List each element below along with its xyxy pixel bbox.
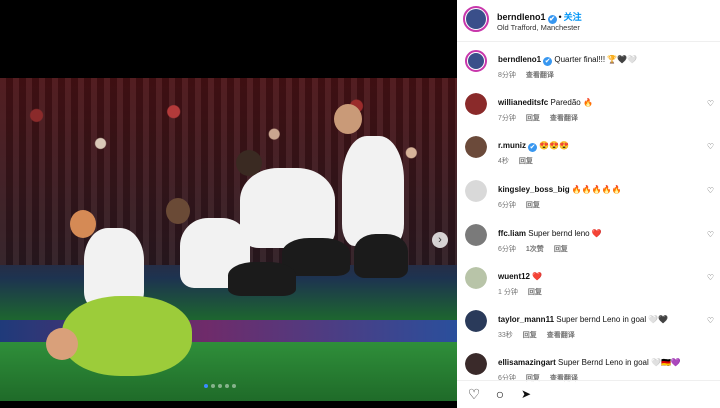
comment-body: kingsley_boss_big 🔥🔥🔥🔥🔥 [498, 185, 622, 195]
comment-time: 6分钟 [498, 246, 516, 253]
commenter-avatar[interactable] [465, 93, 487, 115]
player-figure [354, 234, 408, 278]
reply-button[interactable]: 回复 [523, 332, 537, 339]
player-figure [70, 210, 96, 238]
commenter-username[interactable]: ffc.liam [498, 229, 526, 238]
like-icon[interactable]: ♡ [467, 387, 481, 401]
comment-text: Quarter final!!! 🏆🖤🤍 [554, 55, 638, 64]
reply-button[interactable]: 回复 [526, 202, 540, 209]
comment-text: Super bernd Leno in goal 🤍🖤 [556, 315, 669, 324]
commenter-avatar[interactable] [465, 180, 487, 202]
comment-text: Super Bernd Leno in goal 🤍🇩🇪💜 [558, 358, 681, 367]
next-slide-button[interactable]: › [432, 232, 448, 248]
comment-likes[interactable]: 1次赞 [526, 246, 544, 253]
comment-text: Super bernd leno ❤️ [528, 229, 602, 238]
verified-icon: ✔ [543, 57, 553, 66]
post-location[interactable]: Old Trafford, Manchester [497, 23, 580, 32]
comment-body: r.muniz ✔ 😍😍😍 [498, 141, 569, 152]
commenter-username[interactable]: berndleno1 [498, 55, 541, 64]
comment-meta: 33秒 回复 查看翻译 [498, 330, 585, 340]
carousel-dot[interactable] [225, 384, 229, 388]
comment-body: berndleno1 ✔ Quarter final!!! 🏆🖤🤍 [498, 55, 637, 66]
comment-time: 33秒 [498, 332, 513, 339]
carousel-dot[interactable] [211, 384, 215, 388]
author-line: berndleno1 ✔ • 关注 [497, 10, 582, 24]
player-figure [240, 168, 335, 248]
comment-meta: 7分钟 回复 查看翻译 [498, 113, 588, 123]
post-side-panel: berndleno1 ✔ • 关注 Old Trafford, Manchester … [457, 0, 720, 408]
commenter-username[interactable]: r.muniz [498, 141, 526, 150]
author-username[interactable]: berndleno1 [497, 12, 546, 22]
follow-button[interactable]: 关注 [564, 12, 582, 22]
player-figure [236, 150, 262, 176]
action-bar: ♡ ○ ➤ [457, 380, 720, 408]
player-figure [228, 262, 296, 296]
reply-button[interactable]: 回复 [528, 289, 542, 296]
comment-text: ❤️ [532, 272, 543, 281]
goalkeeper-figure [46, 328, 78, 360]
post-media: › [0, 0, 457, 408]
comment-time: 6分钟 [498, 202, 516, 209]
commenter-avatar[interactable] [465, 353, 487, 375]
comment-like-icon[interactable]: ♡ [707, 186, 714, 195]
comment-like-icon[interactable]: ♡ [707, 142, 714, 151]
comment-time: 4秒 [498, 158, 509, 165]
comment-meta: 6分钟 回复 [498, 200, 550, 210]
comment-like-icon[interactable]: ♡ [707, 230, 714, 239]
commenter-avatar[interactable] [465, 267, 487, 289]
comment-text: Paredão 🔥 [550, 98, 593, 107]
comment-body: ellisamazingart Super Bernd Leno in goal… [498, 358, 681, 368]
verified-icon: ✔ [528, 143, 538, 152]
comment-meta: 4秒 回复 [498, 156, 543, 166]
reply-button[interactable]: 回复 [554, 246, 568, 253]
commenter-username[interactable]: kingsley_boss_big [498, 185, 570, 194]
comment-time: 1 分钟 [498, 289, 518, 296]
comment-text: 😍😍😍 [539, 141, 570, 150]
comment-text: 🔥🔥🔥🔥🔥 [571, 185, 622, 194]
player-figure [166, 198, 190, 224]
see-translation-button[interactable]: 查看翻译 [550, 115, 578, 122]
separator: • [558, 12, 562, 22]
post-header: berndleno1 ✔ • 关注 Old Trafford, Manchester [457, 0, 720, 42]
comment-body: willianeditsfc Paredão 🔥 [498, 98, 593, 108]
commenter-username[interactable]: wuent12 [498, 272, 530, 281]
post-photo[interactable]: › [0, 78, 457, 401]
comment-time: 7分钟 [498, 115, 516, 122]
carousel-dot[interactable] [232, 384, 236, 388]
share-icon[interactable]: ➤ [519, 387, 533, 401]
carousel-dot[interactable] [204, 384, 208, 388]
comment-icon[interactable]: ○ [493, 387, 507, 401]
goalkeeper-figure [62, 296, 192, 376]
comment-meta: 6分钟 1次赞 回复 [498, 244, 578, 254]
commenter-username[interactable]: ellisamazingart [498, 358, 556, 367]
comment-body: wuent12 ❤️ [498, 272, 542, 282]
comment-like-icon[interactable]: ♡ [707, 316, 714, 325]
comment-meta: 8分钟 查看翻译 [498, 70, 564, 80]
author-avatar[interactable] [463, 6, 489, 32]
commenter-username[interactable]: taylor_mann11 [498, 315, 554, 324]
see-translation-button[interactable]: 查看翻译 [526, 72, 554, 79]
commenter-avatar[interactable] [465, 310, 487, 332]
carousel-dot[interactable] [218, 384, 222, 388]
player-figure [334, 104, 362, 134]
reply-button[interactable]: 回复 [519, 158, 533, 165]
see-translation-button[interactable]: 查看翻译 [547, 332, 575, 339]
commenter-avatar[interactable] [465, 224, 487, 246]
comment-time: 8分钟 [498, 72, 516, 79]
carousel-dots [204, 384, 236, 388]
comment-body: ffc.liam Super bernd leno ❤️ [498, 229, 602, 239]
commenter-username[interactable]: willianeditsfc [498, 98, 548, 107]
comment-body: taylor_mann11 Super bernd Leno in goal 🤍… [498, 315, 668, 325]
comment-like-icon[interactable]: ♡ [707, 99, 714, 108]
player-figure [342, 136, 404, 246]
reply-button[interactable]: 回复 [526, 115, 540, 122]
comment-meta: 1 分钟 回复 [498, 287, 552, 297]
commenter-avatar[interactable] [465, 136, 487, 158]
comment-like-icon[interactable]: ♡ [707, 273, 714, 282]
commenter-avatar[interactable] [465, 50, 487, 72]
